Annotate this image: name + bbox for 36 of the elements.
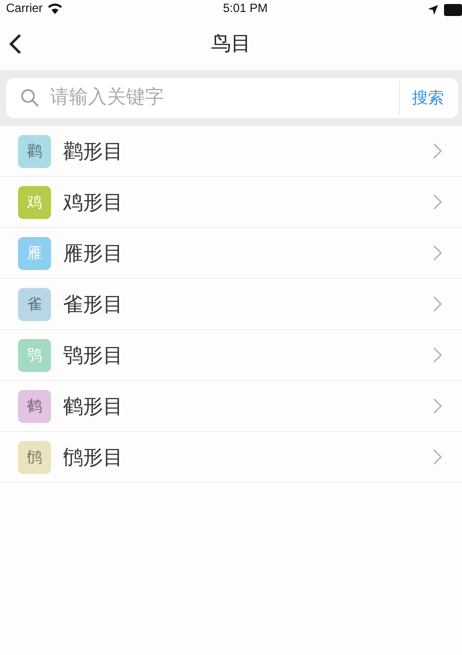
category-label: 雁形目 — [63, 240, 124, 266]
category-badge: 鸡 — [18, 186, 51, 218]
category-badge: 雀 — [18, 288, 51, 320]
chevron-icon — [433, 194, 442, 210]
list-row[interactable]: 雀 雀形目 — [0, 279, 462, 330]
list-row[interactable]: 鹤 鹤形目 — [0, 381, 462, 432]
category-badge: 鸮 — [18, 338, 51, 372]
list-row[interactable]: 鸮 鸮形目 — [0, 330, 462, 381]
chevron-icon — [433, 296, 442, 312]
chevron-icon — [433, 245, 442, 261]
list-row[interactable]: 鸻 鸻形目 — [0, 432, 462, 483]
category-label: 鸻形目 — [63, 444, 124, 470]
category-label: 鸮形目 — [63, 342, 124, 368]
search-icon — [20, 88, 40, 108]
category-label: 雀形目 — [63, 290, 124, 318]
page-title: 鸟目 — [211, 30, 251, 56]
status-time: 5:01 PM — [222, 0, 268, 16]
location-icon — [428, 5, 438, 15]
wifi-icon — [46, 2, 63, 14]
chevron-icon — [433, 398, 442, 414]
category-label: 鹤形目 — [63, 392, 124, 420]
chevron-icon — [433, 143, 442, 159]
carrier-label: Carrier — [6, 0, 43, 16]
chevron-icon — [433, 347, 442, 363]
battery-icon — [444, 4, 462, 16]
list-row[interactable]: 鸡 鸡形目 — [0, 177, 462, 228]
list-row[interactable]: 鹳 鹳形目 — [0, 126, 462, 177]
category-badge: 鹤 — [18, 390, 51, 422]
category-badge: 鹳 — [18, 134, 51, 168]
chevron-icon — [433, 449, 442, 465]
back-icon[interactable] — [8, 33, 22, 55]
category-badge: 雁 — [18, 236, 51, 270]
category-badge: 鸻 — [18, 440, 51, 474]
category-label: 鸡形目 — [63, 188, 124, 216]
list-row[interactable]: 雁 雁形目 — [0, 228, 462, 279]
category-label: 鹳形目 — [63, 138, 124, 164]
